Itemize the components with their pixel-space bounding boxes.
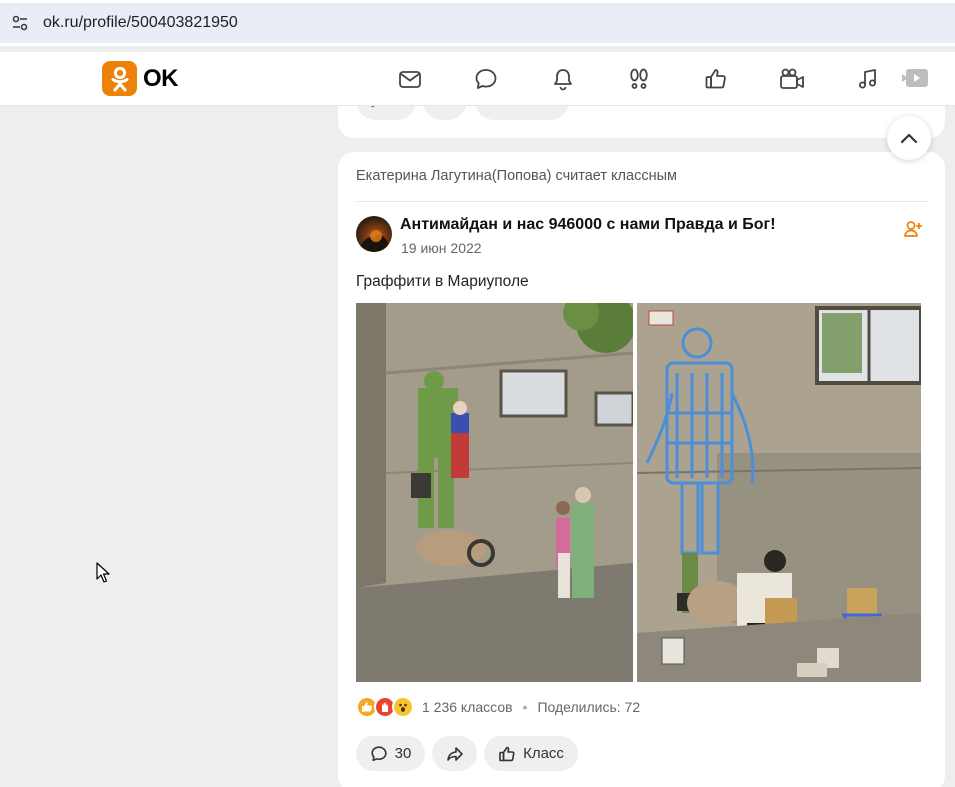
group-avatar[interactable] bbox=[356, 216, 392, 252]
post-text: Граффити в Мариуполе bbox=[356, 273, 529, 290]
ok-logo[interactable]: OK bbox=[102, 61, 179, 96]
share-button[interactable] bbox=[432, 736, 477, 771]
reactions-row[interactable]: 1 236 классов • Поделились: 72 bbox=[356, 696, 640, 718]
comments-count: 30 bbox=[394, 745, 412, 762]
ok-logo-text: OK bbox=[143, 64, 179, 92]
scroll-to-top-button[interactable] bbox=[887, 116, 931, 160]
chevron-up-icon bbox=[900, 133, 918, 144]
comment-icon bbox=[371, 745, 387, 761]
address-field[interactable]: ok.ru/profile/500403821950 bbox=[0, 3, 955, 43]
like-label: Класс bbox=[523, 745, 564, 762]
likes-icon[interactable] bbox=[702, 65, 730, 93]
reactions-count[interactable]: 1 236 классов bbox=[422, 699, 513, 715]
surprise-reaction-icon bbox=[392, 696, 414, 718]
site-header: OK bbox=[0, 52, 955, 106]
like-button[interactable]: Класс bbox=[484, 736, 578, 771]
group-name-link[interactable]: Антимайдан и нас 946000 с нами Правда и … bbox=[400, 216, 776, 234]
ok-logo-icon bbox=[102, 61, 137, 96]
guests-icon[interactable] bbox=[625, 65, 653, 93]
thumbs-up-icon bbox=[499, 746, 515, 761]
video-camera-icon[interactable] bbox=[778, 65, 806, 93]
liked-by-text[interactable]: Екатерина Лагутина(Попова) считает класс… bbox=[356, 168, 677, 184]
post-photo-1[interactable] bbox=[356, 303, 633, 682]
post-date[interactable]: 19 июн 2022 bbox=[401, 240, 482, 256]
separator-dot: • bbox=[522, 699, 528, 715]
share-arrow-icon bbox=[446, 746, 463, 761]
chat-icon[interactable] bbox=[472, 65, 500, 93]
site-settings-icon[interactable] bbox=[10, 13, 30, 33]
browser-address-bar: ok.ru/profile/500403821950 bbox=[0, 0, 955, 46]
url-text[interactable]: ok.ru/profile/500403821950 bbox=[43, 14, 238, 32]
shares-count[interactable]: Поделились: 72 bbox=[537, 699, 640, 715]
video-play-icon[interactable] bbox=[900, 65, 930, 93]
divider bbox=[356, 201, 927, 202]
post-photo-2[interactable] bbox=[637, 303, 921, 682]
comment-button[interactable]: 30 bbox=[356, 736, 425, 771]
bell-icon[interactable] bbox=[549, 65, 577, 93]
post-card: Екатерина Лагутина(Попова) считает класс… bbox=[338, 152, 945, 787]
mail-icon[interactable] bbox=[396, 65, 424, 93]
mouse-cursor-icon bbox=[96, 562, 110, 589]
add-friend-icon[interactable] bbox=[902, 218, 924, 240]
music-icon[interactable] bbox=[854, 65, 882, 93]
